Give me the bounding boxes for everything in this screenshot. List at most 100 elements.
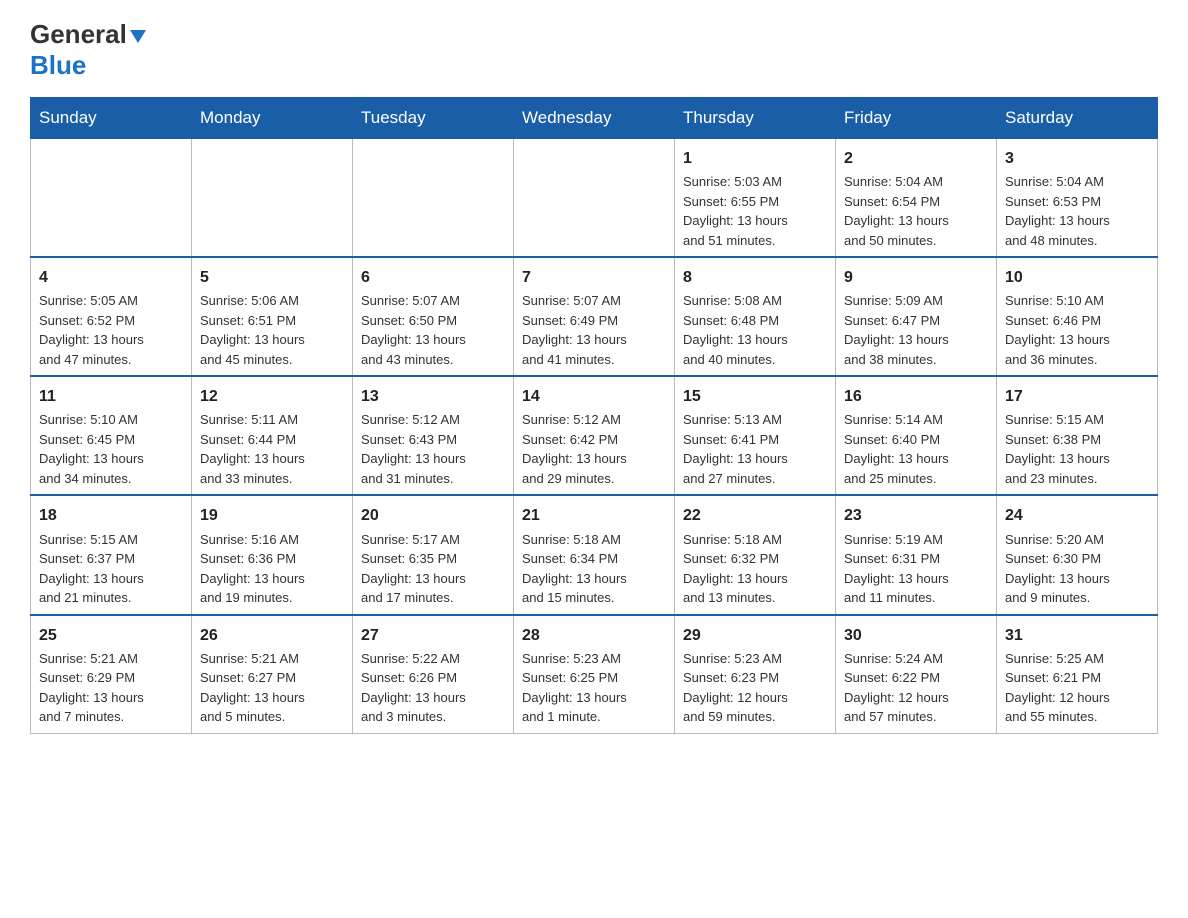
day-info: Sunrise: 5:10 AMSunset: 6:46 PMDaylight:…	[1005, 291, 1149, 369]
calendar-cell: 31Sunrise: 5:25 AMSunset: 6:21 PMDayligh…	[997, 615, 1158, 734]
day-number: 15	[683, 385, 827, 408]
calendar-cell: 3Sunrise: 5:04 AMSunset: 6:53 PMDaylight…	[997, 138, 1158, 257]
calendar-week-1: 1Sunrise: 5:03 AMSunset: 6:55 PMDaylight…	[31, 138, 1158, 257]
calendar-cell: 8Sunrise: 5:08 AMSunset: 6:48 PMDaylight…	[675, 257, 836, 376]
day-number: 28	[522, 624, 666, 647]
calendar-body: 1Sunrise: 5:03 AMSunset: 6:55 PMDaylight…	[31, 138, 1158, 733]
logo-triangle-icon	[130, 30, 146, 43]
calendar-cell: 24 Sunrise: 5:20 AMSunset: 6:30 PMDayligh…	[997, 495, 1158, 614]
calendar-cell: 9Sunrise: 5:09 AMSunset: 6:47 PMDaylight…	[836, 257, 997, 376]
calendar-cell: 4Sunrise: 5:05 AMSunset: 6:52 PMDaylight…	[31, 257, 192, 376]
day-info: Sunrise: 5:18 AMSunset: 6:34 PMDaylight:…	[522, 530, 666, 608]
calendar-cell: 28Sunrise: 5:23 AMSunset: 6:25 PMDayligh…	[514, 615, 675, 734]
day-number: 19	[200, 504, 344, 527]
day-info: Sunrise: 5:20 AMSunset: 6:30 PMDaylight:…	[1005, 530, 1149, 608]
day-info: Sunrise: 5:04 AMSunset: 6:53 PMDaylight:…	[1005, 172, 1149, 250]
day-info: Sunrise: 5:13 AMSunset: 6:41 PMDaylight:…	[683, 410, 827, 488]
day-info: Sunrise: 5:21 AMSunset: 6:29 PMDaylight:…	[39, 649, 183, 727]
calendar-cell: 25Sunrise: 5:21 AMSunset: 6:29 PMDayligh…	[31, 615, 192, 734]
calendar-week-3: 11Sunrise: 5:10 AMSunset: 6:45 PMDayligh…	[31, 376, 1158, 495]
day-info: Sunrise: 5:12 AMSunset: 6:42 PMDaylight:…	[522, 410, 666, 488]
calendar-cell: 16Sunrise: 5:14 AMSunset: 6:40 PMDayligh…	[836, 376, 997, 495]
calendar-cell: 26Sunrise: 5:21 AMSunset: 6:27 PMDayligh…	[192, 615, 353, 734]
day-info: Sunrise: 5:03 AMSunset: 6:55 PMDaylight:…	[683, 172, 827, 250]
day-info: Sunrise: 5:23 AMSunset: 6:25 PMDaylight:…	[522, 649, 666, 727]
day-number: 13	[361, 385, 505, 408]
day-number: 27	[361, 624, 505, 647]
calendar-cell: 19Sunrise: 5:16 AMSunset: 6:36 PMDayligh…	[192, 495, 353, 614]
header: General Blue	[30, 20, 1158, 81]
day-info: Sunrise: 5:08 AMSunset: 6:48 PMDaylight:…	[683, 291, 827, 369]
calendar-header-row: SundayMondayTuesdayWednesdayThursdayFrid…	[31, 97, 1158, 138]
day-info: Sunrise: 5:19 AMSunset: 6:31 PMDaylight:…	[844, 530, 988, 608]
day-info: Sunrise: 5:18 AMSunset: 6:32 PMDaylight:…	[683, 530, 827, 608]
calendar-header-wednesday: Wednesday	[514, 97, 675, 138]
calendar-cell: 11Sunrise: 5:10 AMSunset: 6:45 PMDayligh…	[31, 376, 192, 495]
day-number: 11	[39, 385, 183, 408]
day-number: 24	[1005, 504, 1149, 527]
day-info: Sunrise: 5:11 AMSunset: 6:44 PMDaylight:…	[200, 410, 344, 488]
day-number: 22	[683, 504, 827, 527]
calendar-header-friday: Friday	[836, 97, 997, 138]
calendar-week-5: 25Sunrise: 5:21 AMSunset: 6:29 PMDayligh…	[31, 615, 1158, 734]
day-number: 18	[39, 504, 183, 527]
day-info: Sunrise: 5:15 AMSunset: 6:38 PMDaylight:…	[1005, 410, 1149, 488]
calendar-cell: 15Sunrise: 5:13 AMSunset: 6:41 PMDayligh…	[675, 376, 836, 495]
day-info: Sunrise: 5:14 AMSunset: 6:40 PMDaylight:…	[844, 410, 988, 488]
calendar-cell: 10Sunrise: 5:10 AMSunset: 6:46 PMDayligh…	[997, 257, 1158, 376]
day-info: Sunrise: 5:05 AMSunset: 6:52 PMDaylight:…	[39, 291, 183, 369]
day-info: Sunrise: 5:07 AMSunset: 6:50 PMDaylight:…	[361, 291, 505, 369]
day-number: 1	[683, 147, 827, 170]
day-info: Sunrise: 5:17 AMSunset: 6:35 PMDaylight:…	[361, 530, 505, 608]
calendar-header-tuesday: Tuesday	[353, 97, 514, 138]
day-number: 4	[39, 266, 183, 289]
day-info: Sunrise: 5:10 AMSunset: 6:45 PMDaylight:…	[39, 410, 183, 488]
calendar-header-sunday: Sunday	[31, 97, 192, 138]
calendar-week-2: 4Sunrise: 5:05 AMSunset: 6:52 PMDaylight…	[31, 257, 1158, 376]
calendar-header-monday: Monday	[192, 97, 353, 138]
day-info: Sunrise: 5:23 AMSunset: 6:23 PMDaylight:…	[683, 649, 827, 727]
day-number: 20	[361, 504, 505, 527]
calendar-cell: 22 Sunrise: 5:18 AMSunset: 6:32 PMDayligh…	[675, 495, 836, 614]
calendar-cell: 23 Sunrise: 5:19 AMSunset: 6:31 PMDayligh…	[836, 495, 997, 614]
calendar-cell: 7Sunrise: 5:07 AMSunset: 6:49 PMDaylight…	[514, 257, 675, 376]
calendar-cell: 18 Sunrise: 5:15 AMSunset: 6:37 PMDayligh…	[31, 495, 192, 614]
day-info: Sunrise: 5:12 AMSunset: 6:43 PMDaylight:…	[361, 410, 505, 488]
day-number: 25	[39, 624, 183, 647]
calendar-cell: 20 Sunrise: 5:17 AMSunset: 6:35 PMDayligh…	[353, 495, 514, 614]
calendar-cell: 30Sunrise: 5:24 AMSunset: 6:22 PMDayligh…	[836, 615, 997, 734]
calendar-cell: 29Sunrise: 5:23 AMSunset: 6:23 PMDayligh…	[675, 615, 836, 734]
day-info: Sunrise: 5:06 AMSunset: 6:51 PMDaylight:…	[200, 291, 344, 369]
calendar-cell: 1Sunrise: 5:03 AMSunset: 6:55 PMDaylight…	[675, 138, 836, 257]
calendar-cell: 17Sunrise: 5:15 AMSunset: 6:38 PMDayligh…	[997, 376, 1158, 495]
day-number: 16	[844, 385, 988, 408]
day-number: 30	[844, 624, 988, 647]
logo-blue-text: Blue	[30, 50, 86, 80]
logo-general-text: General	[30, 19, 127, 49]
day-number: 23	[844, 504, 988, 527]
day-number: 5	[200, 266, 344, 289]
calendar-cell: 2Sunrise: 5:04 AMSunset: 6:54 PMDaylight…	[836, 138, 997, 257]
calendar-week-4: 18 Sunrise: 5:15 AMSunset: 6:37 PMDayligh…	[31, 495, 1158, 614]
day-number: 12	[200, 385, 344, 408]
calendar-cell	[192, 138, 353, 257]
day-number: 3	[1005, 147, 1149, 170]
logo: General Blue	[30, 20, 146, 81]
calendar-table: SundayMondayTuesdayWednesdayThursdayFrid…	[30, 97, 1158, 734]
day-info: Sunrise: 5:25 AMSunset: 6:21 PMDaylight:…	[1005, 649, 1149, 727]
day-number: 6	[361, 266, 505, 289]
calendar-header-saturday: Saturday	[997, 97, 1158, 138]
calendar-cell: 14Sunrise: 5:12 AMSunset: 6:42 PMDayligh…	[514, 376, 675, 495]
calendar-cell: 13Sunrise: 5:12 AMSunset: 6:43 PMDayligh…	[353, 376, 514, 495]
day-number: 7	[522, 266, 666, 289]
day-info: Sunrise: 5:15 AMSunset: 6:37 PMDaylight:…	[39, 530, 183, 608]
day-number: 26	[200, 624, 344, 647]
day-number: 10	[1005, 266, 1149, 289]
day-info: Sunrise: 5:22 AMSunset: 6:26 PMDaylight:…	[361, 649, 505, 727]
day-info: Sunrise: 5:07 AMSunset: 6:49 PMDaylight:…	[522, 291, 666, 369]
day-info: Sunrise: 5:09 AMSunset: 6:47 PMDaylight:…	[844, 291, 988, 369]
calendar-cell	[31, 138, 192, 257]
day-number: 9	[844, 266, 988, 289]
calendar-cell: 6Sunrise: 5:07 AMSunset: 6:50 PMDaylight…	[353, 257, 514, 376]
calendar-cell: 27Sunrise: 5:22 AMSunset: 6:26 PMDayligh…	[353, 615, 514, 734]
